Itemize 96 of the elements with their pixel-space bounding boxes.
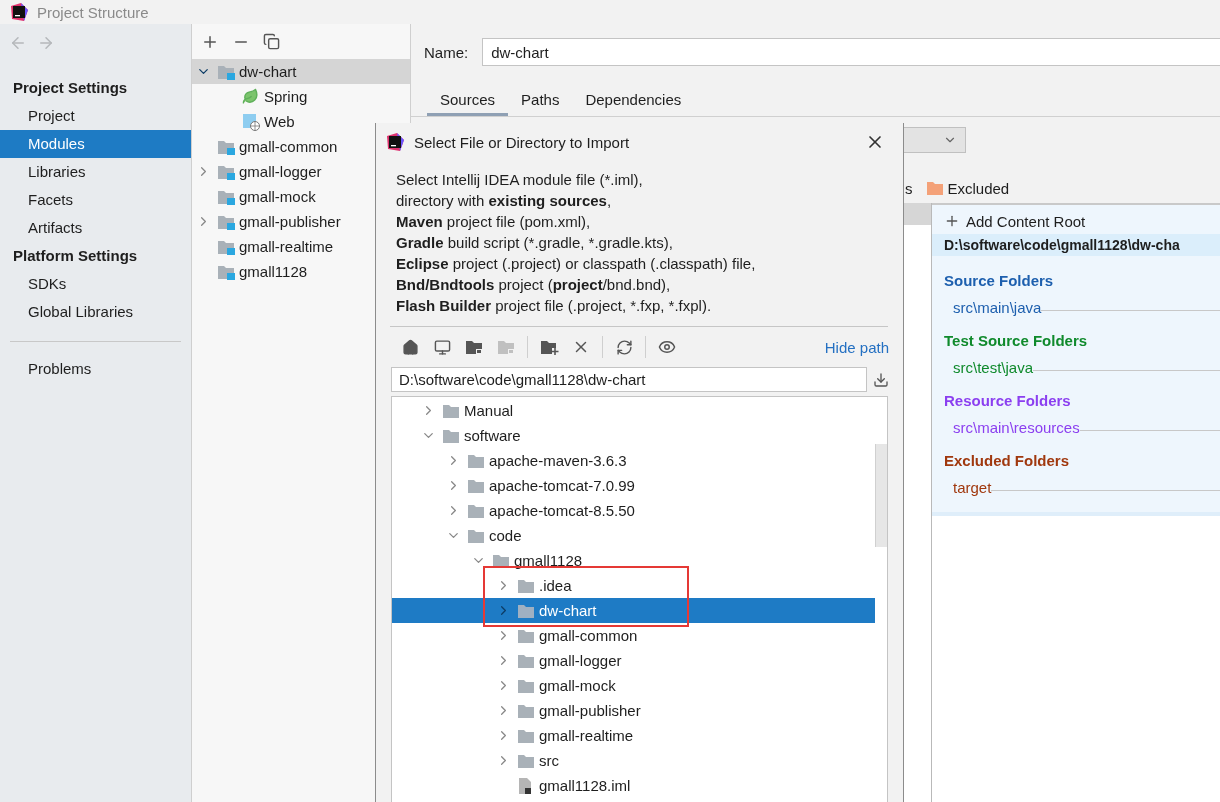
section-title: Platform Settings [12,246,139,266]
folder-group-title: Source Folders [943,271,1055,291]
content-root-path: D:\software\code\gmall1128\dw-cha [932,234,1220,256]
folder-icon [517,602,535,619]
tree-row[interactable]: gmall-common [192,134,410,159]
eye-icon [658,338,676,356]
folder-icon [467,527,485,544]
folder-path[interactable]: src\main\java [953,299,1042,316]
tree-row[interactable]: Web [192,109,410,134]
sidebar-item[interactable]: Artifacts [0,214,191,242]
web-page-icon [242,112,260,131]
folder-icon [517,627,535,644]
module-folder-icon [217,263,235,280]
desktop-icon [433,338,451,356]
leaf-icon [242,88,259,105]
folder-group-title: Test Source Folders [943,331,1089,351]
new-folder-icon [539,339,559,355]
folder-icon [467,452,485,469]
folder-path[interactable]: src\test\java [953,359,1034,376]
sidebar-item[interactable]: Libraries [0,158,191,186]
dialog-title: Select File or Directory to Import [414,133,630,151]
description-line: Select Intellij IDEA module file (*.iml), [396,170,644,190]
folder-icon [517,702,535,719]
description-line: Flash Builder project file (.project, *.fxp, *.fxpl). [396,296,713,316]
module-folder-icon [217,63,235,80]
tree-row[interactable]: gmall1128.iml [392,773,875,798]
tree-row[interactable]: apache-tomcat-7.0.99 [392,473,875,498]
tree-row[interactable]: Spring [192,84,410,109]
folder-icon [517,727,535,744]
tree-row[interactable]: code [392,523,875,548]
description-line: Eclipse project (.project) or classpath (.classpath) file, [396,254,757,274]
description-line: directory with existing sources, [396,191,613,211]
folder-icon [497,339,515,355]
module-folder-icon [217,213,235,230]
sidebar-item[interactable]: Project [0,102,191,130]
hide-path-link[interactable]: Hide path [824,338,889,356]
tree-row[interactable]: gmall1128 [392,548,875,573]
module-folder-icon [217,188,235,205]
window-title: Project Structure [37,3,149,21]
path-field[interactable]: D:\software\code\gmall1128\dw-chart [391,367,867,392]
app-logo-icon [385,132,405,152]
folder-icon [467,502,485,519]
folder-icon [925,180,944,196]
tab[interactable]: Dependencies [572,86,695,116]
tree-row[interactable]: apache-maven-3.6.3 [392,448,875,473]
scrollbar[interactable] [875,444,887,547]
folder-icon [517,577,535,594]
tree-row[interactable]: .idea [392,573,875,598]
folder-icon [517,677,535,694]
name-label: Name: [424,43,469,61]
folder-icon [465,339,483,355]
sidebar-item[interactable]: Global Libraries [0,298,191,326]
excluded-button[interactable]: Excluded [947,179,1010,197]
tree-row[interactable]: apache-tomcat-8.5.50 [392,498,875,523]
sidebar-item[interactable]: Modules [0,130,191,158]
folder-icon [442,427,460,444]
home-icon [401,338,419,356]
folder-icon [517,652,535,669]
tab[interactable]: Paths [508,86,573,116]
tree-row[interactable]: gmall-mock [392,673,875,698]
tree-row[interactable]: dw-chart [392,598,875,623]
folder-path[interactable]: target [953,479,992,496]
tree-row[interactable]: software [392,423,875,448]
sidebar-item[interactable]: Facets [0,186,191,214]
tab[interactable]: Sources [427,86,509,116]
tree-row[interactable]: dw-chart [192,59,410,84]
sidebar-item[interactable]: SDKs [0,270,191,298]
folder-group-title: Excluded Folders [943,451,1071,471]
description-line: Maven project file (pom.xml), [396,212,592,232]
module-folder-icon [217,163,235,180]
name-field[interactable]: dw-chart [482,38,1220,66]
folder-icon [517,752,535,769]
folder-group-title: Resource Folders [943,391,1072,411]
description-line: Gradle build script (*.gradle, *.gradle.kts), [396,233,674,253]
tree-row[interactable]: gmall-publisher [392,698,875,723]
module-folder-icon [217,138,235,155]
add-content-root-button[interactable]: Add Content Root [932,208,1220,234]
sidebar-item[interactable]: Problems [0,355,191,383]
module-folder-icon [217,238,235,255]
app-logo-icon [9,2,29,22]
tree-row[interactable]: src [392,748,875,773]
tree-row[interactable]: gmall-logger [392,648,875,673]
tree-row[interactable]: gmall-realtime [392,723,875,748]
folder-icon [467,477,485,494]
folder-path[interactable]: src\main\resources [953,419,1080,436]
tree-row[interactable]: Manual [392,398,875,423]
copy-icon[interactable] [263,33,280,50]
section-title: Project Settings [12,78,129,98]
tree-row[interactable]: gmall-common [392,623,875,648]
add-icon [944,213,960,229]
description-line: Bnd/Bndtools project (project/bnd.bnd), [396,275,672,295]
refresh-icon [615,338,633,356]
download-icon[interactable] [873,371,889,388]
file-icon [517,776,533,795]
folder-icon [442,402,460,419]
label-fragment: s [905,179,913,197]
